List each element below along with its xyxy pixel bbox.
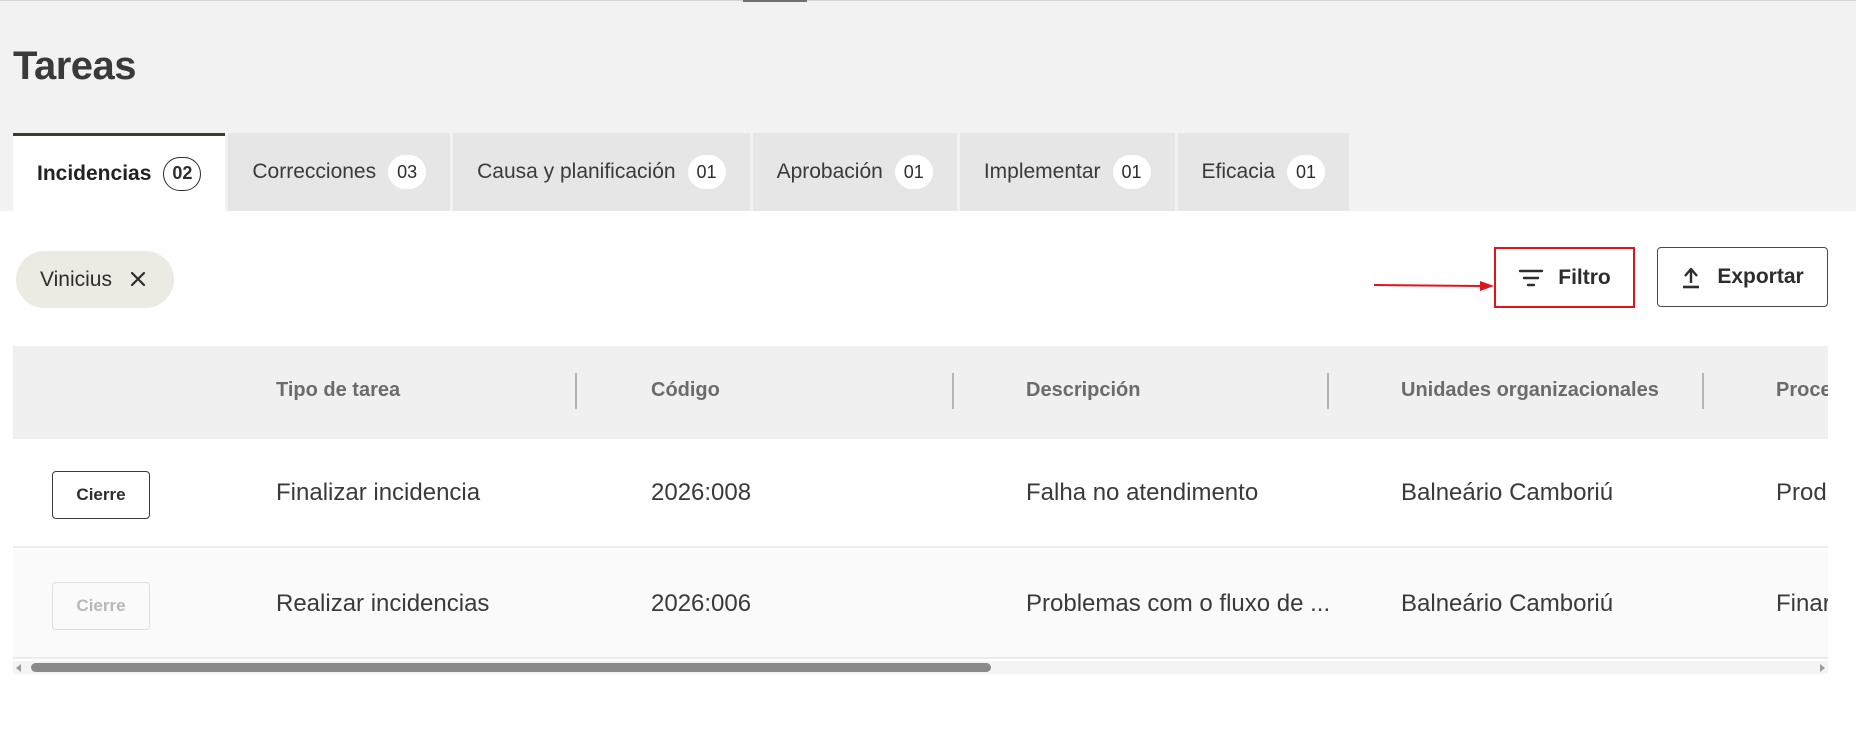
- tab-count-badge: 01: [894, 155, 933, 189]
- filter-chip: Vinicius: [16, 251, 174, 308]
- cell-unidades: Balneário Camboriú: [1401, 590, 1614, 617]
- tab-label: Eficacia: [1201, 160, 1276, 183]
- close-icon[interactable]: [128, 269, 148, 289]
- top-divider: [0, 0, 1856, 1]
- tab-implementar[interactable]: Implementar 01: [959, 133, 1175, 211]
- column-header-tipo[interactable]: Tipo de tarea: [276, 379, 400, 402]
- cell-descripcion: Problemas com o fluxo de ...: [1026, 590, 1331, 617]
- tab-label: Causa y planificación: [477, 160, 676, 183]
- tab-count-badge: 01: [1287, 155, 1326, 189]
- task-tabs: Incidencias 02 Correcciones 03 Causa y p…: [13, 133, 1352, 211]
- close-task-button: Cierre: [52, 582, 150, 630]
- cell-descripcion: Falha no atendimento: [1026, 479, 1259, 506]
- tab-label: Implementar: [983, 160, 1101, 183]
- column-resizer[interactable]: [952, 373, 954, 409]
- export-button-label: Exportar: [1717, 265, 1804, 288]
- horizontal-scrollbar[interactable]: [13, 661, 1828, 674]
- scroll-right-arrow-icon[interactable]: [1820, 664, 1825, 672]
- tab-count-badge: 03: [388, 155, 427, 189]
- tab-aprobacion[interactable]: Aprobación 01: [752, 133, 957, 211]
- filter-chip-label: Vinicius: [40, 267, 112, 291]
- page-title: Tareas: [13, 44, 137, 88]
- column-header-codigo[interactable]: Código: [651, 379, 720, 402]
- cell-codigo: 2026:008: [651, 479, 752, 506]
- arrow-annotation: [1374, 281, 1494, 291]
- tab-eficacia[interactable]: Eficacia 01: [1177, 133, 1350, 211]
- column-resizer[interactable]: [1327, 373, 1329, 409]
- tab-count-badge: 01: [1112, 155, 1151, 189]
- column-header-descripcion[interactable]: Descripción: [1026, 379, 1140, 402]
- close-task-button[interactable]: Cierre: [52, 471, 150, 519]
- export-button[interactable]: Exportar: [1657, 247, 1828, 307]
- page-header: Tareas Incidencias 02 Correcciones 03 Ca…: [0, 0, 1856, 211]
- cell-proceso: Produ: [1776, 479, 1828, 506]
- cell-tipo: Finalizar incidencia: [276, 479, 481, 506]
- scroll-left-arrow-icon[interactable]: [16, 664, 21, 672]
- cell-proceso: Finar: [1776, 590, 1828, 617]
- tab-causa-y-planificacion[interactable]: Causa y planificación 01: [453, 133, 750, 211]
- filter-button-label: Filtro: [1558, 265, 1611, 289]
- column-header-unidades[interactable]: Unidades organizacionales: [1401, 379, 1659, 402]
- column-resizer[interactable]: [1702, 373, 1704, 409]
- tab-count-badge: 02: [163, 156, 202, 191]
- table-row[interactable]: Cierre Finalizar incidencia 2026:008 Fal…: [13, 439, 1828, 548]
- column-header-proceso[interactable]: Proce: [1776, 379, 1828, 402]
- tab-correcciones[interactable]: Correcciones 03: [228, 133, 451, 211]
- cell-tipo: Realizar incidencias: [276, 590, 490, 617]
- tab-label: Aprobación: [776, 160, 883, 183]
- upload-icon: [1683, 267, 1700, 289]
- tab-count-badge: 01: [687, 155, 726, 189]
- tab-label: Correcciones: [252, 160, 377, 183]
- cell-codigo: 2026:006: [651, 590, 752, 617]
- scrollbar-thumb[interactable]: [31, 663, 991, 672]
- tasks-table: Tipo de tarea Código Descripción Unidade…: [13, 346, 1828, 674]
- table-header: Tipo de tarea Código Descripción Unidade…: [13, 346, 1828, 439]
- table-row[interactable]: Cierre Realizar incidencias 2026:006 Pro…: [13, 550, 1828, 659]
- tab-incidencias[interactable]: Incidencias 02: [13, 133, 226, 211]
- cell-unidades: Balneário Camboriú: [1401, 479, 1614, 506]
- filter-icon: [1519, 269, 1544, 286]
- column-resizer[interactable]: [575, 373, 577, 409]
- tab-label: Incidencias: [37, 161, 152, 185]
- filter-button[interactable]: Filtro: [1494, 247, 1635, 308]
- top-indicator: [743, 0, 807, 2]
